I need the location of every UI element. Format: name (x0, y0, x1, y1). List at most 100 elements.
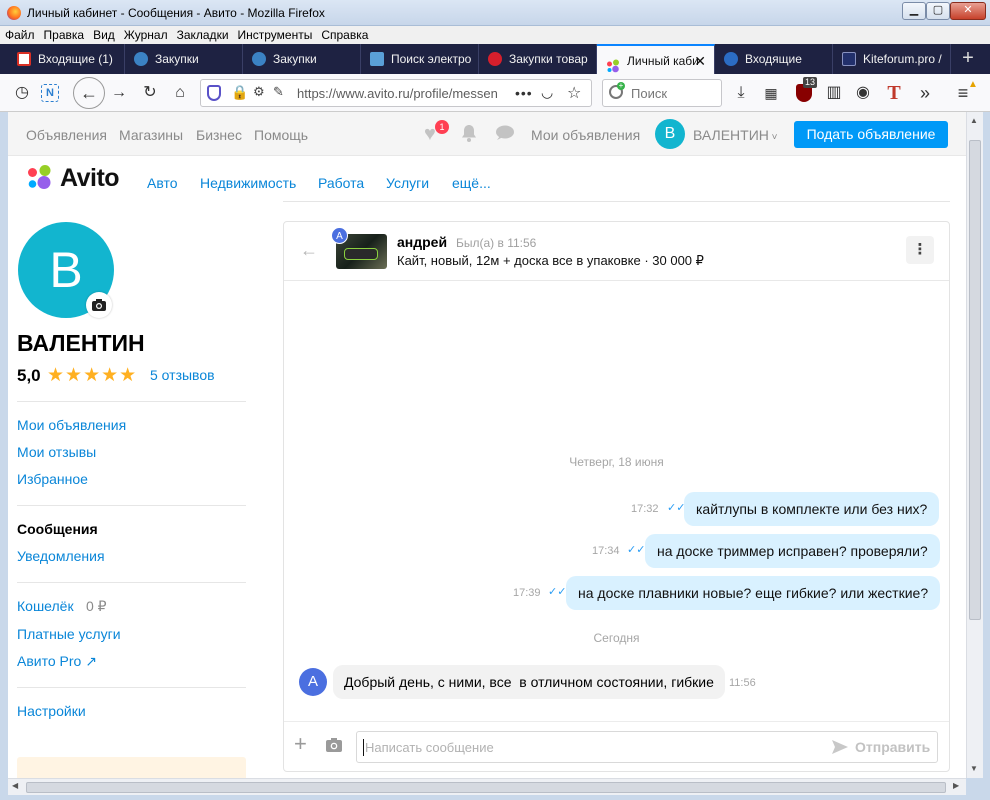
cat-more[interactable]: ещё... (452, 175, 491, 191)
tab-inbox-1[interactable]: Входящие (1) (8, 44, 125, 74)
vertical-scroll-thumb[interactable] (969, 140, 981, 620)
scroll-down-arrow-icon[interactable]: ▼ (970, 764, 978, 773)
category-nav: Avito Авто Недвижимость Работа Услуги ещ… (8, 156, 966, 202)
forward-button[interactable]: → (108, 82, 130, 104)
tracking-protection-icon[interactable] (207, 85, 221, 101)
tab-search-electro[interactable]: Поиск электро (361, 44, 479, 74)
translate-t-icon[interactable]: T (883, 82, 905, 104)
sidebar-item-notifications[interactable]: Уведомления (17, 548, 105, 564)
tab-zakupki-1[interactable]: Закупки (125, 44, 243, 74)
contact-name[interactable]: андрей (397, 234, 447, 250)
cat-services[interactable]: Услуги (386, 175, 429, 191)
message-input[interactable]: Написать сообщение Отправить (356, 731, 938, 763)
sidebar-item-avito-pro[interactable]: Авито Pro ↗ (17, 653, 97, 670)
close-tab-icon[interactable]: ✕ (694, 46, 706, 75)
message-time: 17:39 (513, 587, 541, 599)
messages-chat-icon[interactable] (495, 125, 514, 141)
download-icon[interactable]: ⤓ (730, 82, 752, 104)
sidebar-item-my-reviews[interactable]: Мои отзывы (17, 444, 96, 460)
cat-work[interactable]: Работа (318, 175, 364, 191)
horizontal-scroll-thumb[interactable] (26, 782, 946, 793)
qr-code-icon[interactable]: ▦ (760, 82, 782, 104)
sidebar-icon[interactable]: ▥ (823, 82, 845, 104)
tab-zakupki-2[interactable]: Закупки (243, 44, 361, 74)
new-tab-button[interactable]: + (957, 44, 979, 74)
cat-realty[interactable]: Недвижимость (200, 175, 296, 191)
url-bar[interactable]: 🔒 ⚙ ✎ https://www.avito.ru/profile/messe… (200, 79, 592, 107)
attach-photo-camera-icon[interactable] (324, 736, 344, 754)
menu-bookmarks[interactable]: Закладки (172, 26, 233, 44)
history-clock-icon[interactable]: ◷ (11, 82, 33, 104)
avito-logo-text[interactable]: Avito (60, 164, 120, 193)
horizontal-scrollbar[interactable]: ◀ ▶ (8, 778, 966, 795)
edit-icon[interactable]: ✎ (273, 84, 284, 100)
sidebar-item-messages[interactable]: Сообщения (17, 521, 98, 537)
sidebar-item-paid-services[interactable]: Платные услуги (17, 626, 121, 642)
message-out[interactable]: кайтлупы в комплекте или без них? (684, 492, 940, 526)
add-attachment-plus-icon[interactable]: + (294, 733, 307, 755)
back-button[interactable]: ← (73, 77, 105, 109)
message-out[interactable]: на доске плавники новые? еще гибкие? или… (566, 576, 941, 610)
tab-zakupki-goods[interactable]: Закупки товар (479, 44, 597, 74)
vertical-scrollbar[interactable]: ▲ ▼ (966, 112, 983, 778)
sidebar-item-my-ads[interactable]: Мои объявления (17, 417, 126, 433)
user-avatar[interactable]: В (655, 119, 685, 149)
avito-icon (606, 54, 620, 73)
avito-logo-icon[interactable] (26, 164, 52, 190)
change-photo-camera-icon[interactable] (86, 292, 112, 318)
message-out[interactable]: на доске триммер исправен? проверяли? (645, 534, 940, 568)
tab-inbox-2[interactable]: Входящие (715, 44, 833, 74)
tab-kiteforum[interactable]: Kiteforum.pro / (833, 44, 951, 74)
link-my-ads[interactable]: Мои объявления (531, 127, 640, 143)
sidebar-divider (17, 401, 246, 402)
account-icon[interactable]: ◉ (852, 82, 874, 104)
reload-button[interactable]: ↻ (139, 82, 161, 104)
notifications-bell-icon[interactable] (461, 124, 477, 142)
minimize-button[interactable]: ▁ (902, 2, 926, 20)
message-time: 17:34 (592, 545, 620, 557)
menu-tools[interactable]: Инструменты (233, 26, 317, 44)
back-arrow-icon[interactable]: ← (300, 240, 318, 261)
home-button[interactable]: ⌂ (169, 82, 191, 104)
procurement-site-icon (134, 52, 148, 66)
menu-history[interactable]: Журнал (119, 26, 172, 44)
reviews-link[interactable]: 5 отзывов (150, 367, 215, 383)
menu-bar: Файл Правка Вид Журнал Закладки Инструменты Сп… (0, 26, 990, 44)
link-ads[interactable]: Объявления (26, 127, 107, 143)
web-page: Объявления Магазины Бизнес Помощь ♥ 1 Мо… (8, 112, 966, 778)
send-arrow-icon[interactable] (831, 738, 849, 756)
user-menu[interactable]: ВАЛЕНТИН ˅ (693, 127, 778, 143)
reader-extension-icon[interactable]: N (41, 84, 59, 102)
menu-edit[interactable]: Правка (39, 26, 89, 44)
overflow-chevron-icon[interactable]: » (914, 82, 936, 104)
menu-view[interactable]: Вид (88, 26, 119, 44)
item-title[interactable]: Кайт, новый, 12м + доска все в упаковке … (397, 253, 704, 269)
close-window-button[interactable]: ✕ (950, 2, 986, 20)
permissions-icon[interactable]: ⚙ (253, 84, 265, 100)
scroll-up-arrow-icon[interactable]: ▲ (970, 116, 978, 125)
scroll-left-arrow-icon[interactable]: ◀ (12, 781, 18, 790)
lock-icon[interactable]: 🔒 (231, 84, 248, 101)
sidebar-item-favorites[interactable]: Избранное (17, 471, 88, 487)
window-bottom-border (0, 795, 990, 800)
ublock-icon[interactable]: 13 (793, 77, 818, 104)
maximize-button[interactable]: ▢ (926, 2, 950, 20)
bookmark-star-icon[interactable]: ☆ (567, 83, 581, 103)
tab-avito-active[interactable]: Личный каби ✕ (597, 44, 715, 75)
post-ad-button[interactable]: Подать объявление (794, 121, 948, 148)
link-shops[interactable]: Магазины (119, 127, 183, 143)
link-help[interactable]: Помощь (254, 127, 308, 143)
menu-help[interactable]: Справка (316, 26, 372, 44)
menu-file[interactable]: Файл (0, 26, 39, 44)
scroll-right-arrow-icon[interactable]: ▶ (953, 781, 959, 790)
message-in[interactable]: Добрый день, с ними, все в отличном сост… (333, 665, 725, 699)
cat-auto[interactable]: Авто (147, 175, 178, 191)
pocket-icon[interactable]: ◡ (541, 84, 553, 101)
send-button[interactable]: Отправить (855, 739, 930, 755)
search-field[interactable]: + Поиск (602, 79, 722, 107)
sidebar-item-wallet[interactable]: Кошелёк (17, 598, 74, 614)
page-actions-icon[interactable]: ••• (515, 85, 533, 101)
link-business[interactable]: Бизнес (196, 127, 242, 143)
more-vertical-icon[interactable]: ⋮ (906, 236, 934, 264)
sidebar-item-settings[interactable]: Настройки (17, 703, 86, 719)
